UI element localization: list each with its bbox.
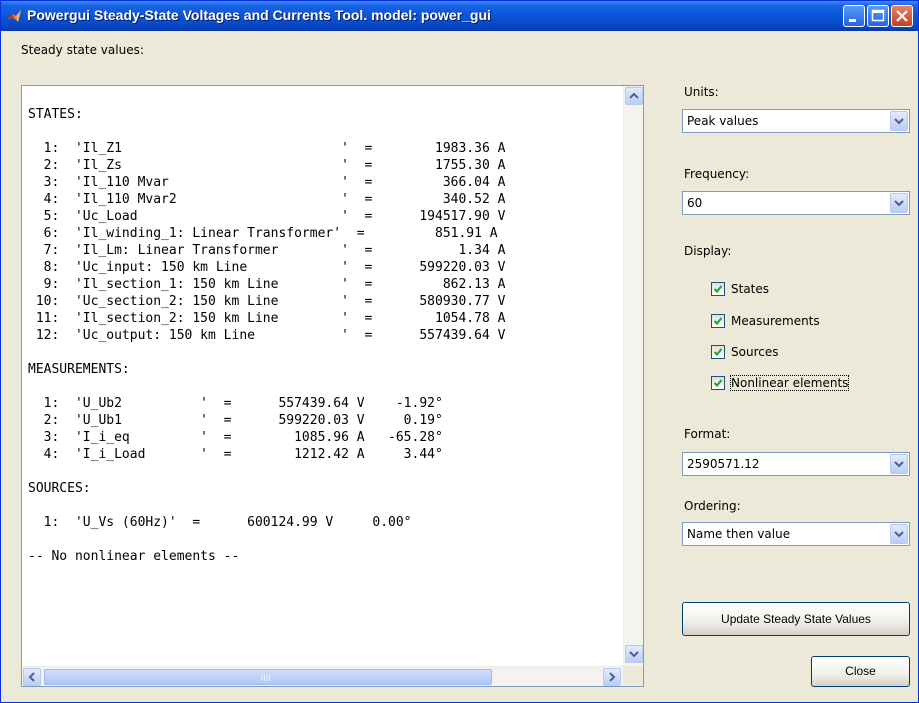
format-value: 2590571.12 xyxy=(687,457,760,471)
report-line: 9: 'Il_section_1: 150 km Line ' = 862.13… xyxy=(28,277,506,292)
report-line: 12: 'Uc_output: 150 km Line ' = 557439.6… xyxy=(28,328,506,343)
minimize-button[interactable] xyxy=(843,5,865,27)
chevron-right-icon xyxy=(609,672,616,682)
frequency-dropdown-button[interactable] xyxy=(890,193,908,213)
report-blank-line xyxy=(28,344,623,361)
report-line: 1: 'U_Vs (60Hz)' = 600124.99 V 0.00° xyxy=(28,515,412,530)
close-window-button[interactable] xyxy=(891,5,913,27)
states-checkbox-label: States xyxy=(731,282,770,296)
checkbox-box[interactable] xyxy=(711,345,725,359)
scroll-right-button[interactable] xyxy=(603,668,621,686)
scroll-up-button[interactable] xyxy=(625,87,643,105)
report-line: 5: 'Uc_Load ' = 194517.90 V xyxy=(28,209,506,224)
ordering-value: Name then value xyxy=(687,527,791,541)
checkbox-box[interactable] xyxy=(711,314,725,328)
frequency-value: 60 xyxy=(687,196,703,210)
scroll-down-button[interactable] xyxy=(625,645,643,663)
frequency-label: Frequency: xyxy=(684,167,750,181)
check-icon xyxy=(713,285,723,293)
grip-icon xyxy=(261,675,270,681)
report-line: 4: 'Il_110 Mvar2 ' = 340.52 A xyxy=(28,192,506,207)
chevron-down-icon xyxy=(894,531,904,538)
report-blank-line xyxy=(28,531,623,548)
steady-state-text-pane[interactable]: STATES: 1: 'Il_Z1 ' = 1983.36 A 2: 'Il_Z… xyxy=(21,85,644,687)
units-select[interactable]: Peak values xyxy=(682,109,910,133)
report-line: 3: 'I_i_eq ' = 1085.96 A -65.28° xyxy=(28,430,443,445)
report-blank-line xyxy=(28,463,623,480)
maximize-button[interactable] xyxy=(867,5,889,27)
close-button[interactable]: Close xyxy=(811,656,910,687)
steady-state-report[interactable]: STATES: 1: 'Il_Z1 ' = 1983.36 A 2: 'Il_Z… xyxy=(22,86,623,666)
format-select[interactable]: 2590571.12 xyxy=(682,452,910,476)
chevron-down-icon xyxy=(894,200,904,207)
check-icon xyxy=(713,348,723,356)
scroll-corner xyxy=(623,666,643,686)
report-line: 2: 'Il_Zs ' = 1755.30 A xyxy=(28,158,506,173)
report-line: SOURCES: xyxy=(28,481,91,496)
units-value: Peak values xyxy=(687,114,759,128)
ordering-select[interactable]: Name then value xyxy=(682,522,910,546)
powergui-window: Powergui Steady-State Voltages and Curre… xyxy=(0,0,919,703)
report-line: 1: 'Il_Z1 ' = 1983.36 A xyxy=(28,141,506,156)
checkbox-box[interactable] xyxy=(711,282,725,296)
report-line: 8: 'Uc_input: 150 km Line ' = 599220.03 … xyxy=(28,260,506,275)
frequency-select[interactable]: 60 xyxy=(682,191,910,215)
units-label: Units: xyxy=(684,85,719,99)
units-dropdown-button[interactable] xyxy=(890,111,908,131)
report-blank-line xyxy=(28,123,623,140)
report-line: 7: 'Il_Lm: Linear Transformer ' = 1.34 A xyxy=(28,243,506,258)
close-icon xyxy=(896,10,908,22)
ordering-label: Ordering: xyxy=(684,499,741,513)
report-line: 11: 'Il_section_2: 150 km Line ' = 1054.… xyxy=(28,311,506,326)
chevron-down-icon xyxy=(894,461,904,468)
report-line: MEASUREMENTS: xyxy=(28,362,130,377)
scroll-left-button[interactable] xyxy=(23,668,41,686)
checkbox-box[interactable] xyxy=(711,376,725,390)
ordering-dropdown-button[interactable] xyxy=(890,524,908,544)
maximize-icon xyxy=(871,9,885,22)
display-label: Display: xyxy=(684,244,732,258)
matlab-logo-icon xyxy=(7,10,21,22)
format-dropdown-button[interactable] xyxy=(890,454,908,474)
report-line: 4: 'I_i_Load ' = 1212.42 A 3.44° xyxy=(28,447,443,462)
window-title: Powergui Steady-State Voltages and Curre… xyxy=(27,7,491,23)
minimize-icon xyxy=(849,19,856,22)
vertical-scrollbar[interactable] xyxy=(623,86,643,666)
check-icon xyxy=(713,379,723,387)
report-line: 2: 'U_Ub1 ' = 599220.03 V 0.19° xyxy=(28,413,443,428)
sources-checkbox-label: Sources xyxy=(731,345,779,359)
horizontal-scrollbar[interactable] xyxy=(22,666,623,686)
report-blank-line xyxy=(28,497,623,514)
measurements-checkbox-label: Measurements xyxy=(731,314,820,328)
report-line: 6: 'Il_winding_1: Linear Transformer' = … xyxy=(28,226,498,241)
chevron-down-icon xyxy=(629,651,639,658)
report-blank-line xyxy=(28,378,623,395)
nonlinear-elements-checkbox-label: Nonlinear elements xyxy=(729,375,850,391)
check-icon xyxy=(713,317,723,325)
report-line: STATES: xyxy=(28,107,83,122)
chevron-left-icon xyxy=(28,672,35,682)
chevron-up-icon xyxy=(629,92,639,99)
update-steady-state-button[interactable]: Update Steady State Values xyxy=(682,602,910,636)
report-line: 1: 'U_Ub2 ' = 557439.64 V -1.92° xyxy=(28,396,443,411)
format-label: Format: xyxy=(684,427,731,441)
report-line: 3: 'Il_110 Mvar ' = 366.04 A xyxy=(28,175,506,190)
chevron-down-icon xyxy=(894,118,904,125)
horizontal-scroll-thumb[interactable] xyxy=(44,669,492,685)
title-bar[interactable]: Powergui Steady-State Voltages and Curre… xyxy=(1,1,918,31)
report-line: -- No nonlinear elements -- xyxy=(28,549,240,564)
steady-state-values-label: Steady state values: xyxy=(21,43,144,57)
report-line: 10: 'Uc_section_2: 150 km Line ' = 58093… xyxy=(28,294,506,309)
